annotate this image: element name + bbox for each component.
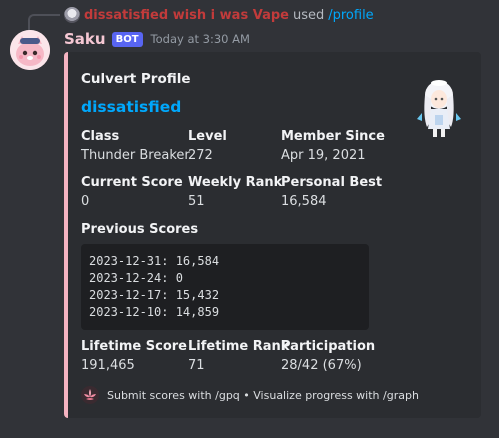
reply-avatar[interactable] [64, 7, 80, 23]
field-value: 0 [81, 194, 90, 209]
field-weekly-rank: Weekly Rank 51 [188, 175, 282, 209]
field-label: Class [81, 129, 120, 144]
pink-cat-avatar-icon [10, 30, 50, 70]
field-value: 191,465 [81, 358, 135, 373]
field-level: Level 272 [188, 129, 227, 163]
field-label: Lifetime Rank [188, 339, 290, 354]
profile-embed: Culvert Profile dissatisfied Class Thund… [64, 52, 481, 418]
message-timestamp[interactable]: Today at 3:30 AM [151, 32, 250, 46]
field-label: Participation [281, 339, 376, 354]
previous-scores-label: Previous Scores [81, 222, 199, 237]
field-value: 16,584 [281, 194, 327, 209]
field-lifetime-rank: Lifetime Rank 71 [188, 339, 289, 373]
reply-connector [28, 14, 60, 30]
field-value: Thunder Breaker [81, 148, 190, 163]
field-label: Level [188, 129, 227, 144]
field-label: Weekly Rank [188, 175, 283, 190]
field-label: Lifetime Score [81, 339, 187, 354]
field-value: 272 [188, 148, 213, 163]
message-header: Saku BOT Today at 3:30 AM [64, 29, 250, 49]
field-label: Current Score [81, 175, 183, 190]
reply-command[interactable]: /profile [328, 8, 373, 23]
field-current-score: Current Score 0 [81, 175, 183, 209]
previous-scores-codeblock: 2023-12-31: 16,584 2023-12-24: 0 2023-12… [81, 244, 369, 330]
embed-title: Culvert Profile [81, 71, 191, 87]
score-line: 2023-12-24: 0 [89, 271, 183, 285]
embed-footer: Submit scores with /gpq • Visualize prog… [81, 386, 419, 404]
character-name-link[interactable]: dissatisfied [81, 98, 181, 116]
field-value: 28/42 (67%) [281, 358, 362, 373]
field-class: Class Thunder Breaker [81, 129, 190, 163]
footer-text: Submit scores with /gpq • Visualize prog… [107, 388, 419, 402]
author-name[interactable]: Saku [64, 30, 106, 48]
field-label: Member Since [281, 129, 385, 144]
field-value: Apr 19, 2021 [281, 148, 366, 163]
field-value: 71 [188, 358, 205, 373]
score-line: 2023-12-10: 14,859 [89, 305, 220, 319]
field-member-since: Member Since Apr 19, 2021 [281, 129, 385, 163]
field-label: Personal Best [281, 175, 383, 190]
reply-username[interactable]: dissatisfied wish i was Vape [84, 8, 289, 23]
reply-reference[interactable]: dissatisfied wish i was Vape used /profi… [64, 6, 374, 24]
flower-icon [81, 386, 99, 404]
discord-message: dissatisfied wish i was Vape used /profi… [0, 0, 499, 438]
reply-action: used [292, 7, 325, 23]
character-thumbnail-icon[interactable] [411, 77, 467, 141]
bot-badge: BOT [111, 31, 143, 47]
field-lifetime-score: Lifetime Score 191,465 [81, 339, 187, 373]
field-value: 51 [188, 194, 205, 209]
score-line: 2023-12-17: 15,432 [89, 288, 220, 302]
field-participation: Participation 28/42 (67%) [281, 339, 375, 373]
avatar[interactable] [10, 30, 50, 70]
score-line: 2023-12-31: 16,584 [89, 254, 220, 268]
field-personal-best: Personal Best 16,584 [281, 175, 382, 209]
